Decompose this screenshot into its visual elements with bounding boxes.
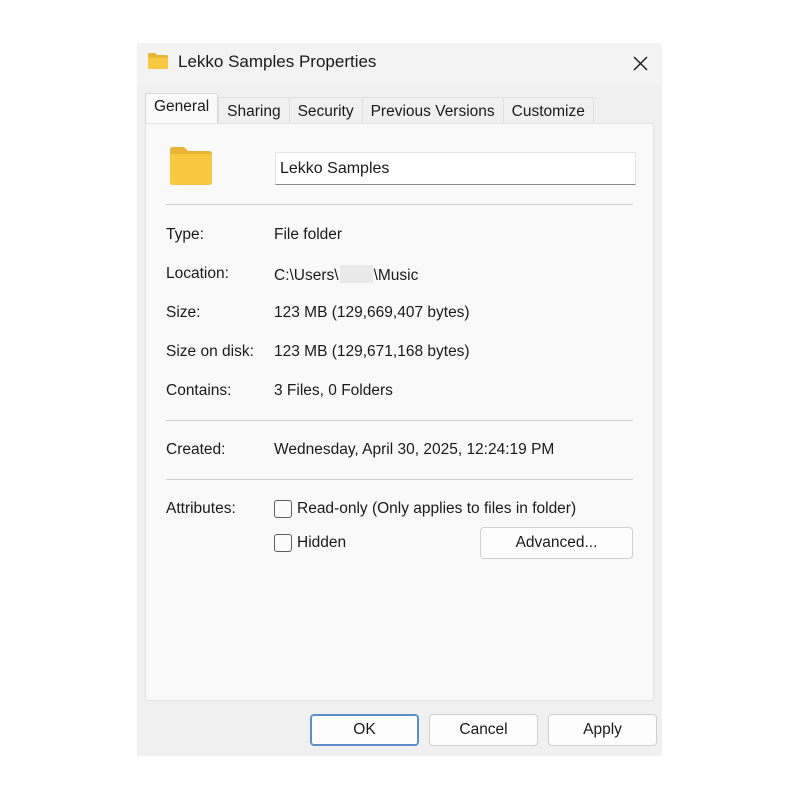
tab-customize[interactable]: Customize: [503, 97, 594, 123]
hidden-option[interactable]: Hidden: [274, 534, 346, 552]
close-button[interactable]: [626, 51, 656, 77]
divider: [166, 204, 633, 205]
type-value: File folder: [274, 226, 343, 243]
close-icon: [633, 56, 648, 71]
window-title: Lekko Samples Properties: [178, 52, 377, 71]
created-value: Wednesday, April 30, 2025, 12:24:19 PM: [274, 441, 555, 458]
tab-security[interactable]: Security: [289, 97, 363, 123]
readonly-label: Read-only (Only applies to files in fold…: [297, 500, 577, 517]
tab-strip: General Sharing Security Previous Versio…: [145, 93, 594, 123]
tab-sharing[interactable]: Sharing: [218, 97, 290, 123]
location-suffix: \Music: [373, 267, 419, 284]
contains-label: Contains:: [166, 382, 232, 399]
folder-icon: [170, 147, 212, 185]
location-prefix: C:\Users\: [274, 267, 339, 284]
ok-button[interactable]: OK: [310, 714, 419, 746]
contains-value: 3 Files, 0 Folders: [274, 382, 393, 399]
attributes-label: Attributes:: [166, 500, 236, 517]
type-label: Type:: [166, 226, 204, 243]
readonly-checkbox[interactable]: [274, 500, 292, 518]
folder-name-input[interactable]: [275, 152, 636, 185]
readonly-option[interactable]: Read-only (Only applies to files in fold…: [274, 500, 576, 518]
size-on-disk-label: Size on disk:: [166, 343, 254, 360]
divider: [166, 420, 633, 421]
apply-button[interactable]: Apply: [548, 714, 657, 746]
tab-previous-versions[interactable]: Previous Versions: [362, 97, 504, 123]
location-label: Location:: [166, 265, 229, 282]
hidden-label: Hidden: [297, 534, 347, 551]
advanced-button[interactable]: Advanced...: [480, 527, 633, 559]
cancel-button[interactable]: Cancel: [429, 714, 538, 746]
size-on-disk-value: 123 MB (129,671,168 bytes): [274, 343, 470, 360]
size-label: Size:: [166, 304, 201, 321]
folder-icon: [148, 53, 168, 69]
general-panel: Type: File folder Location: C:\Users\ \Mu…: [145, 123, 654, 701]
created-label: Created:: [166, 441, 226, 458]
properties-dialog: Lekko Samples Properties General Sharing…: [137, 43, 662, 756]
redacted-username: [339, 265, 373, 283]
hidden-checkbox[interactable]: [274, 534, 292, 552]
location-value: C:\Users\ \Music: [274, 265, 418, 285]
size-value: 123 MB (129,669,407 bytes): [274, 304, 470, 321]
tab-general[interactable]: General: [145, 93, 219, 123]
divider: [166, 479, 633, 480]
title-bar: Lekko Samples Properties: [137, 43, 662, 85]
